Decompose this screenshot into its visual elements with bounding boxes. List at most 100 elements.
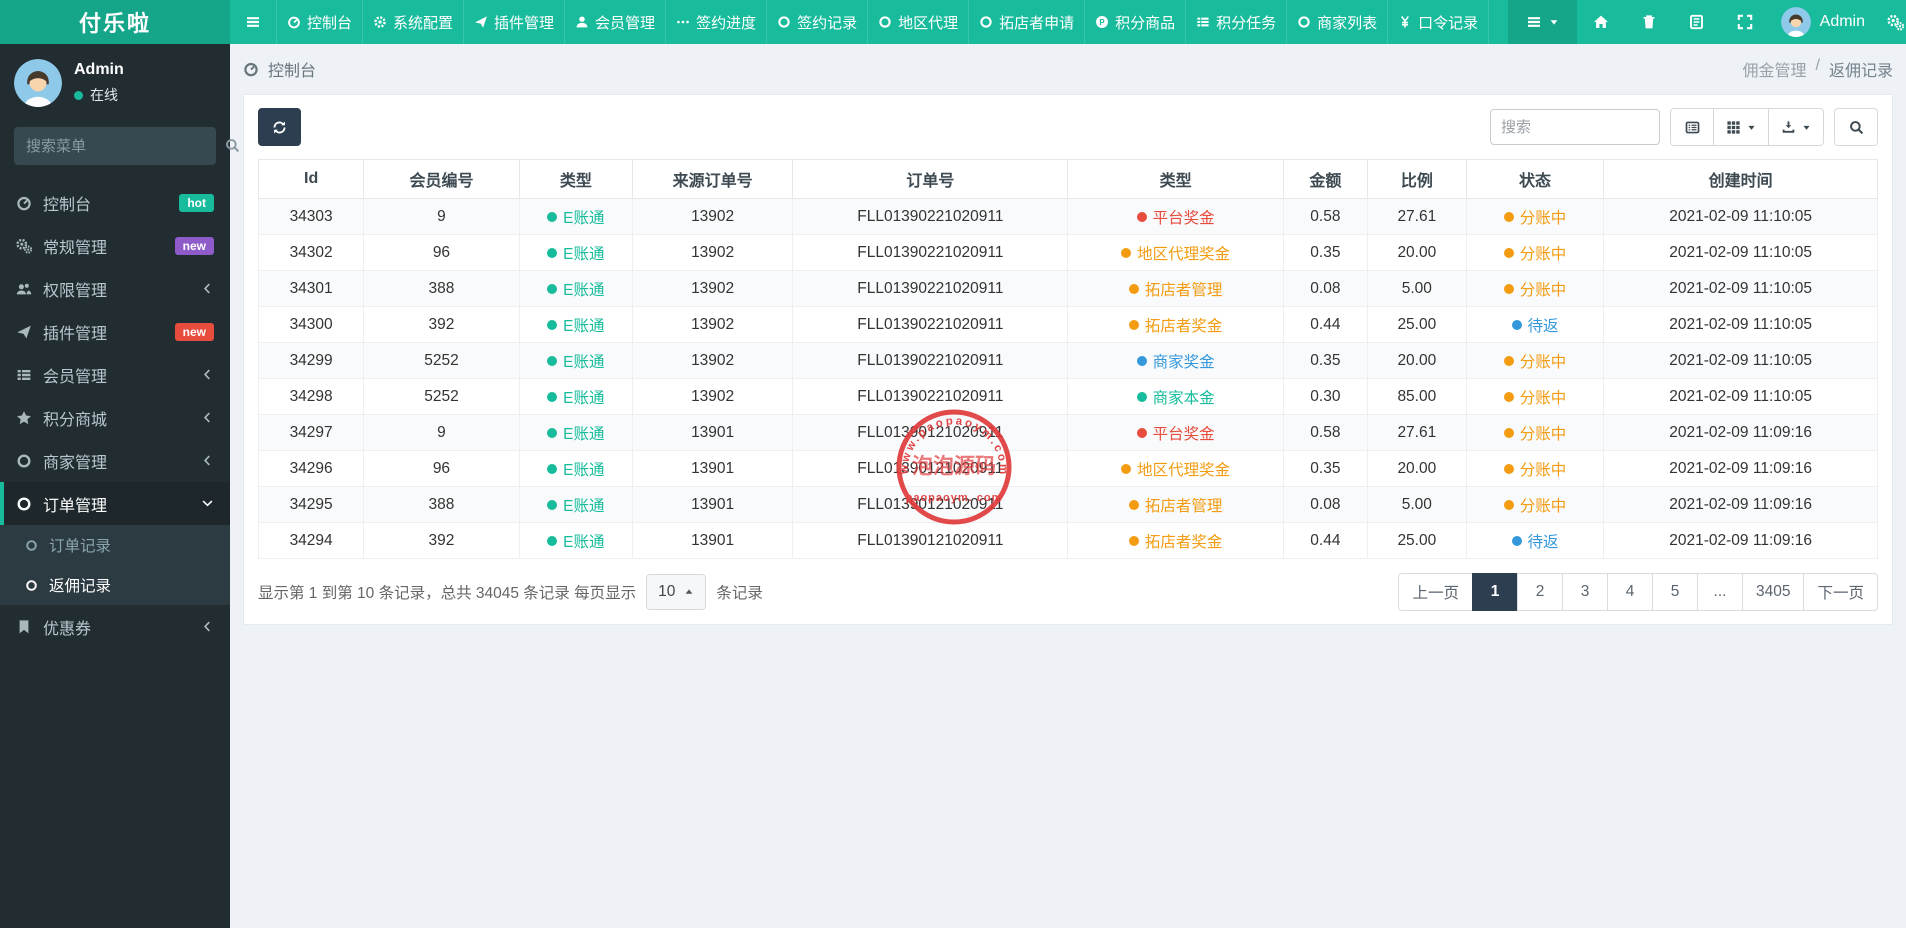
bars-icon bbox=[247, 17, 259, 27]
cell-amount: 0.44 bbox=[1282, 306, 1368, 343]
table-column-7[interactable]: 比例 bbox=[1366, 159, 1467, 199]
top-nav-item-7[interactable]: 拓店者申请 bbox=[968, 0, 1084, 44]
bonus-type-tag: 地区代理奖金 bbox=[1121, 458, 1230, 480]
page-button-上一页[interactable]: 上一页 bbox=[1398, 573, 1473, 611]
page-button-下一页[interactable]: 下一页 bbox=[1803, 573, 1878, 611]
search-icon bbox=[1849, 120, 1863, 134]
sidebar-user-status: 在线 bbox=[74, 85, 124, 105]
table-row: 34299 5252 E账通 13902 FLL01390221020911 商… bbox=[257, 342, 1878, 379]
top-nav-item-0[interactable]: 控制台 bbox=[276, 0, 362, 44]
bonus-type-tag: 平台奖金 bbox=[1136, 206, 1215, 228]
table-column-0[interactable]: Id bbox=[257, 159, 365, 199]
table-column-3[interactable]: 来源订单号 bbox=[631, 159, 794, 199]
sidebar-item-3[interactable]: 插件管理 new bbox=[0, 310, 230, 353]
export-view-button[interactable] bbox=[1768, 108, 1824, 146]
online-dot-icon bbox=[74, 90, 83, 100]
cell-id: 34302 bbox=[257, 234, 365, 271]
bonus-type-tag: 拓店者管理 bbox=[1128, 494, 1222, 516]
page-button-...[interactable]: ... bbox=[1697, 573, 1743, 611]
top-nav-item-5[interactable]: 签约记录 bbox=[766, 0, 867, 44]
search-button[interactable] bbox=[1834, 108, 1878, 146]
top-nav-item-9[interactable]: 积分任务 bbox=[1185, 0, 1286, 44]
cell-source-order: 13901 bbox=[631, 450, 794, 487]
table-column-2[interactable]: 类型 bbox=[518, 159, 633, 199]
table-column-6[interactable]: 金额 bbox=[1282, 159, 1368, 199]
cell-id: 34296 bbox=[257, 450, 365, 487]
expand-button[interactable] bbox=[1721, 0, 1769, 44]
cell-source-order: 13902 bbox=[631, 270, 794, 307]
table-column-1[interactable]: 会员编号 bbox=[363, 159, 520, 199]
status-tag: 分账中 bbox=[1503, 458, 1566, 480]
cell-bonus-type: 拓店者管理 bbox=[1067, 486, 1284, 523]
sidebar-item-1[interactable]: 常规管理 new bbox=[0, 224, 230, 267]
cell-id: 34294 bbox=[257, 522, 365, 559]
sidebar-item-8[interactable]: 优惠券 bbox=[0, 605, 230, 648]
sidebar-toggle-button[interactable] bbox=[230, 0, 276, 44]
trash-button[interactable] bbox=[1625, 0, 1673, 44]
status-tag: 分账中 bbox=[1503, 350, 1566, 372]
cell-ratio: 20.00 bbox=[1366, 342, 1467, 379]
user-menu-button[interactable]: Admin bbox=[1769, 0, 1877, 44]
home-button[interactable] bbox=[1577, 0, 1625, 44]
page-button-1[interactable]: 1 bbox=[1472, 573, 1518, 611]
table-column-5[interactable]: 类型 bbox=[1067, 159, 1284, 199]
top-nav-item-2[interactable]: 插件管理 bbox=[463, 0, 564, 44]
status-tag: 分账中 bbox=[1503, 278, 1566, 300]
top-nav-item-8[interactable]: P 积分商品 bbox=[1084, 0, 1185, 44]
cell-ratio: 20.00 bbox=[1366, 450, 1467, 487]
table-row: 34300 392 E账通 13902 FLL01390221020911 拓店… bbox=[257, 306, 1878, 343]
th-view-button[interactable] bbox=[1713, 108, 1769, 146]
page-button-4[interactable]: 4 bbox=[1607, 573, 1653, 611]
sidebar-item-7[interactable]: 订单管理 bbox=[0, 482, 230, 525]
top-nav-item-3[interactable]: 会员管理 bbox=[564, 0, 665, 44]
page-button-5[interactable]: 5 bbox=[1652, 573, 1698, 611]
table-column-4[interactable]: 订单号 bbox=[792, 159, 1069, 199]
nav-menu-dropdown-button[interactable] bbox=[1507, 0, 1577, 44]
page-button-3405[interactable]: 3405 bbox=[1742, 573, 1805, 611]
status-dot-icon bbox=[1503, 391, 1514, 402]
sidebar-item-2[interactable]: 权限管理 bbox=[0, 267, 230, 310]
book-button[interactable] bbox=[1673, 0, 1721, 44]
cell-status: 分账中 bbox=[1465, 378, 1605, 415]
table-column-8[interactable]: 状态 bbox=[1465, 159, 1605, 199]
top-nav-item-4[interactable]: 签约进度 bbox=[665, 0, 766, 44]
table-row: 34298 5252 E账通 13902 FLL01390221020911 商… bbox=[257, 378, 1878, 415]
sidebar-search-input[interactable] bbox=[26, 137, 225, 155]
table-search-input[interactable] bbox=[1490, 109, 1660, 145]
table-header-row: Id 会员编号 类型 来源订单号 订单号 类型 金额 比例 状态 创建时间 bbox=[257, 159, 1878, 199]
sidebar-subitem-1[interactable]: 返佣记录 bbox=[0, 565, 230, 605]
listalt-view-button[interactable] bbox=[1670, 108, 1714, 146]
user-icon bbox=[576, 16, 588, 28]
status-dot-icon bbox=[547, 391, 558, 402]
brand-logo[interactable]: 付乐啦 bbox=[0, 0, 230, 44]
circle-icon bbox=[778, 16, 790, 28]
sidebar-item-4[interactable]: 会员管理 bbox=[0, 353, 230, 396]
circle-icon bbox=[980, 16, 992, 28]
page-button-3[interactable]: 3 bbox=[1562, 573, 1608, 611]
top-nav-item-1[interactable]: 系统配置 bbox=[362, 0, 463, 44]
caretup-icon bbox=[685, 589, 693, 594]
top-nav-item-11[interactable]: 口令记录 bbox=[1387, 0, 1490, 44]
navbar-right: Admin bbox=[1507, 0, 1906, 44]
settings-gear-button[interactable] bbox=[1877, 0, 1906, 44]
refresh-button[interactable] bbox=[258, 108, 301, 146]
table-footer: 显示第 1 到第 10 条记录，总共 34045 条记录 每页显示 10 条记录… bbox=[258, 573, 1878, 611]
table-row: 34301 388 E账通 13902 FLL01390221020911 拓店… bbox=[257, 270, 1878, 307]
th-icon bbox=[1727, 120, 1740, 134]
top-nav-item-10[interactable]: 商家列表 bbox=[1286, 0, 1387, 44]
sidebar-item-0[interactable]: 控制台 hot bbox=[0, 181, 230, 224]
breadcrumb: 佣金管理 / 返佣记录 bbox=[1743, 57, 1893, 81]
cell-created: 2021-02-09 11:10:05 bbox=[1603, 270, 1878, 307]
refresh-icon bbox=[273, 121, 286, 133]
sidebar-subitem-0[interactable]: 订单记录 bbox=[0, 525, 230, 565]
sidebar-item-6[interactable]: 商家管理 bbox=[0, 439, 230, 482]
top-nav-item-6[interactable]: 地区代理 bbox=[867, 0, 968, 44]
page-button-2[interactable]: 2 bbox=[1517, 573, 1563, 611]
status-tag: 待返 bbox=[1511, 530, 1559, 552]
sidebar-submenu: 订单记录 返佣记录 bbox=[0, 525, 230, 605]
circle-icon bbox=[1298, 16, 1310, 28]
page-size-select[interactable]: 10 bbox=[646, 574, 707, 610]
sidebar-item-5[interactable]: 积分商城 bbox=[0, 396, 230, 439]
table-column-9[interactable]: 创建时间 bbox=[1603, 159, 1878, 199]
cell-account-type: E账通 bbox=[518, 486, 633, 523]
